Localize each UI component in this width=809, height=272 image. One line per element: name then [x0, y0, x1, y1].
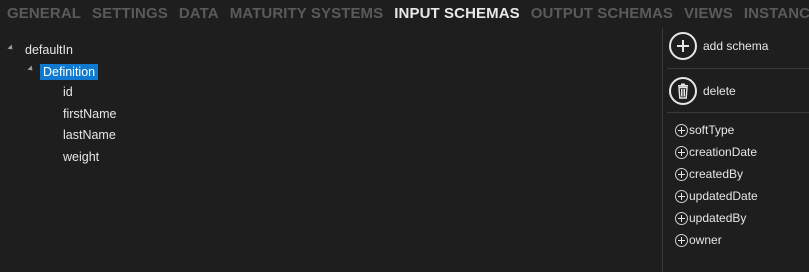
field-item[interactable]: owner — [675, 231, 722, 249]
field-item[interactable]: creationDate — [675, 143, 757, 161]
right-panel: add schema delete softType creationDate … — [667, 28, 809, 272]
tab-bar: GENERAL SETTINGS DATA MATURITY SYSTEMS I… — [0, 0, 809, 26]
tab-general[interactable]: GENERAL — [7, 5, 81, 22]
field-item[interactable]: softType — [675, 121, 734, 139]
field-item[interactable]: createdBy — [675, 165, 743, 183]
tree-leaf[interactable]: weight — [63, 149, 99, 165]
tab-maturity-systems[interactable]: MATURITY SYSTEMS — [230, 5, 384, 22]
tab-views[interactable]: VIEWS — [684, 5, 733, 22]
tab-data[interactable]: DATA — [179, 5, 219, 22]
add-circle-icon — [669, 32, 697, 60]
add-schema-label: add schema — [703, 39, 769, 53]
add-schema-button[interactable]: add schema — [667, 28, 809, 64]
field-item[interactable]: updatedDate — [675, 187, 758, 205]
add-field-icon — [675, 145, 688, 159]
separator — [667, 112, 809, 113]
panel-divider — [662, 28, 663, 272]
tree-leaf-label: id — [63, 85, 73, 99]
add-field-icon — [675, 211, 688, 225]
tree-leaf-label: lastName — [63, 128, 116, 142]
schema-tree: defaultIn Definition id firstName lastNa… — [0, 38, 662, 272]
field-label: softType — [689, 123, 735, 137]
add-field-icon — [675, 123, 688, 137]
add-field-icon — [675, 167, 688, 181]
tree-node-definition[interactable]: Definition — [40, 64, 99, 80]
field-item[interactable]: updatedBy — [675, 209, 746, 227]
add-field-icon — [675, 233, 688, 247]
tree-leaf[interactable]: firstName — [63, 106, 116, 122]
tree-leaf[interactable]: lastName — [63, 127, 116, 143]
tab-input-schemas[interactable]: INPUT SCHEMAS — [394, 5, 519, 22]
tab-output-schemas[interactable]: OUTPUT SCHEMAS — [531, 5, 673, 22]
tree-node-label: defaultIn — [25, 43, 73, 57]
tree-leaf-label: weight — [63, 150, 100, 164]
field-label: creationDate — [689, 145, 758, 159]
field-label: updatedDate — [689, 189, 758, 203]
delete-label: delete — [703, 84, 736, 98]
expand-triangle-icon[interactable] — [27, 65, 35, 73]
field-label: owner — [689, 233, 722, 247]
tab-settings[interactable]: SETTINGS — [92, 5, 168, 22]
expand-triangle-icon[interactable] — [7, 44, 15, 52]
tab-instances[interactable]: INSTANCES — [744, 5, 809, 22]
tree-leaf[interactable]: id — [63, 84, 73, 100]
add-field-icon — [675, 189, 688, 203]
field-label: updatedBy — [689, 211, 747, 225]
field-label: createdBy — [689, 167, 744, 181]
tree-node-root[interactable]: defaultIn — [25, 42, 73, 58]
delete-button[interactable]: delete — [667, 73, 809, 109]
tree-node-label-selected: Definition — [40, 64, 99, 80]
separator — [667, 68, 809, 69]
trash-icon — [669, 77, 697, 105]
tree-leaf-label: firstName — [63, 107, 117, 121]
